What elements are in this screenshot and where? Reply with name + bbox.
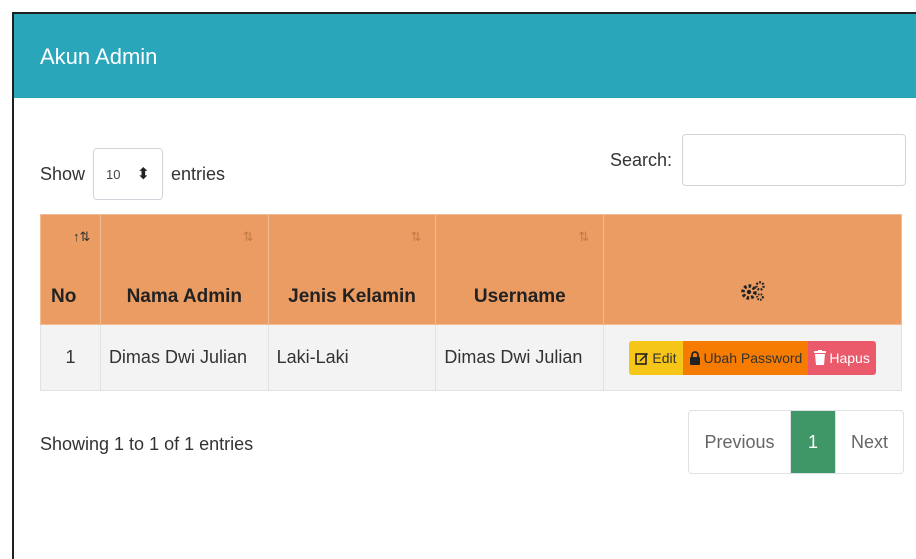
entries-label: entries bbox=[171, 163, 226, 184]
edit-button-label: Edit bbox=[652, 349, 677, 366]
sort-icon: ⇅ bbox=[242, 229, 254, 244]
select-arrows-icon: ⬍ bbox=[136, 166, 151, 183]
cell-actions: Edit Ubah Password Hapus bbox=[603, 324, 902, 391]
delete-button-label: Hapus bbox=[829, 349, 870, 366]
trash-icon bbox=[814, 350, 827, 365]
search-control: Search: bbox=[610, 134, 907, 186]
column-header-nama[interactable]: ⇅ Nama Admin bbox=[99, 214, 269, 325]
sort-icon: ⇅ bbox=[578, 229, 590, 244]
cell-username: Dimas Dwi Julian bbox=[435, 324, 605, 391]
entries-select[interactable]: 10 ⬍ bbox=[93, 148, 164, 200]
table-row: 1 Dimas Dwi Julian Laki-Laki Dimas Dwi J… bbox=[40, 324, 902, 391]
delete-button[interactable]: Hapus bbox=[808, 340, 876, 375]
change-password-button[interactable]: Ubah Password bbox=[682, 340, 809, 375]
show-label: Show bbox=[40, 163, 86, 184]
table-info: Showing 1 to 1 of 1 entries bbox=[40, 434, 254, 454]
admin-table: ↑⇅ No ⇅ Nama Admin ⇅ Jenis Kelamin ⇅ Use… bbox=[40, 214, 902, 391]
entries-length-control: Show 10 ⬍ entries bbox=[40, 148, 225, 200]
sort-asc-icon: ↑⇅ bbox=[73, 229, 91, 244]
change-password-label: Ubah Password bbox=[703, 349, 803, 366]
cell-no: 1 bbox=[40, 324, 101, 391]
row-actions: Edit Ubah Password Hapus bbox=[612, 340, 893, 375]
previous-page-button[interactable]: Previous bbox=[689, 411, 791, 473]
column-header-label: Username bbox=[473, 286, 566, 307]
edit-icon bbox=[635, 352, 649, 365]
admin-account-card: Akun Admin Show 10 ⬍ entries Search: ↑⇅ … bbox=[12, 12, 916, 559]
cell-jenis-kelamin: Laki-Laki bbox=[267, 324, 437, 391]
table-header-row: ↑⇅ No ⇅ Nama Admin ⇅ Jenis Kelamin ⇅ Use… bbox=[40, 214, 902, 325]
entries-select-value: 10 bbox=[106, 166, 121, 182]
next-page-button[interactable]: Next bbox=[835, 411, 903, 473]
column-header-actions bbox=[603, 214, 902, 325]
lock-icon bbox=[689, 350, 700, 365]
page-1-button[interactable]: 1 bbox=[791, 411, 835, 473]
column-header-label: No bbox=[51, 286, 77, 307]
sort-icon: ⇅ bbox=[410, 229, 422, 244]
card-header: Akun Admin bbox=[14, 14, 916, 98]
column-header-no[interactable]: ↑⇅ No bbox=[40, 214, 101, 325]
column-header-label: Nama Admin bbox=[126, 286, 242, 307]
card-title: Akun Admin bbox=[40, 44, 158, 69]
column-header-label: Jenis Kelamin bbox=[288, 286, 416, 307]
search-input[interactable] bbox=[682, 134, 907, 186]
pagination: Previous 1 Next bbox=[688, 410, 904, 474]
search-label: Search: bbox=[610, 149, 673, 170]
column-header-username[interactable]: ⇅ Username bbox=[435, 214, 605, 325]
gears-icon bbox=[740, 281, 766, 307]
column-header-jenis-kelamin[interactable]: ⇅ Jenis Kelamin bbox=[267, 214, 437, 325]
edit-button[interactable]: Edit bbox=[629, 340, 683, 375]
cell-nama: Dimas Dwi Julian bbox=[99, 324, 269, 391]
